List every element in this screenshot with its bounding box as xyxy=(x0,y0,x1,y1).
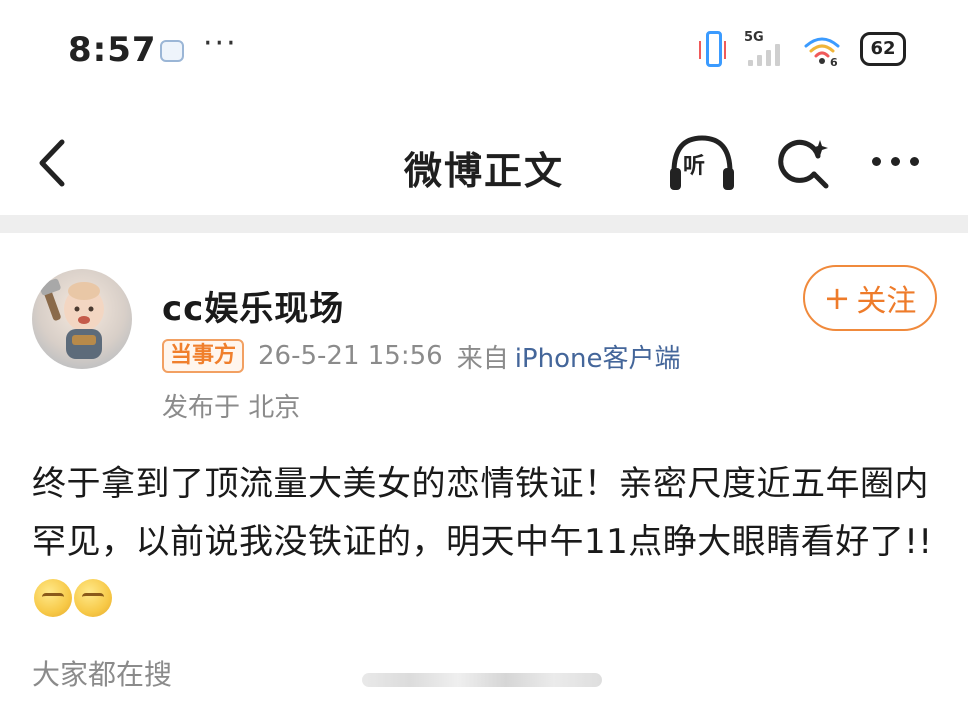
battery-level: 62 xyxy=(870,38,896,59)
post-content: 终于拿到了顶流量大美女的恋情铁证！亲密尺度近五年圈内罕见，以前说我没铁证的，明天… xyxy=(32,455,942,629)
section-divider xyxy=(0,215,968,233)
post-date: 26-5-21 15:56 xyxy=(258,341,443,371)
hot-search-item[interactable] xyxy=(362,673,602,687)
post-meta: 当事方 26-5-21 15:56 来自 iPhone客户端 xyxy=(162,338,681,375)
status-bar: 8:57 ··· 5G 6 62 xyxy=(0,0,968,100)
listen-headphone-icon[interactable]: 听 xyxy=(666,132,738,194)
thinking-emoji-icon xyxy=(34,579,72,617)
battery-icon: 62 xyxy=(856,28,908,72)
follow-label: 关注 xyxy=(856,284,917,319)
cellular-signal-icon: 5G xyxy=(744,30,788,70)
network-type-label: 5G xyxy=(744,30,764,45)
author-name[interactable]: cc娱乐现场 xyxy=(162,281,344,330)
status-indicators: 5G 6 62 xyxy=(698,28,908,72)
source-prefix: 来自 xyxy=(456,343,509,374)
plus-icon: + xyxy=(823,279,851,317)
listen-label: 听 xyxy=(683,154,706,179)
source-link[interactable]: iPhone客户端 xyxy=(515,338,681,375)
avatar[interactable] xyxy=(32,269,132,369)
nav-bar: 微博正文 听 xyxy=(0,110,968,215)
status-badge: 当事方 xyxy=(162,339,245,373)
post-location: 发布于 北京 xyxy=(162,393,301,423)
wifi-badge: 6 xyxy=(830,56,838,68)
vibrate-icon xyxy=(698,29,730,71)
more-options-icon[interactable] xyxy=(872,146,932,176)
wifi-icon: 6 xyxy=(802,32,842,68)
status-time: 8:57 xyxy=(68,30,157,70)
status-more-icon: ··· xyxy=(203,26,238,61)
post-text: 终于拿到了顶流量大美女的恋情铁证！亲密尺度近五年圈内罕见，以前说我没铁证的，明天… xyxy=(32,464,933,562)
follow-button[interactable]: + 关注 xyxy=(803,265,937,331)
notification-app-icon xyxy=(160,40,184,62)
weibo-post: cc娱乐现场 + 关注 当事方 26-5-21 15:56 来自 iPhone客… xyxy=(0,233,968,701)
search-icon[interactable] xyxy=(774,134,834,194)
thinking-emoji-icon xyxy=(74,579,112,617)
hot-search-label: 大家都在搜 xyxy=(32,658,173,691)
